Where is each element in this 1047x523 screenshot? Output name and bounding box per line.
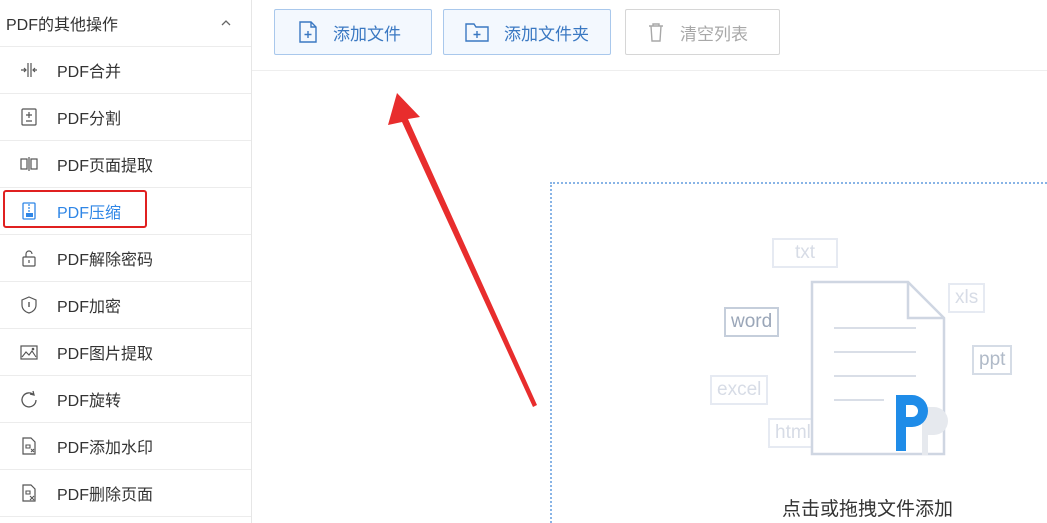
file-tag: word (724, 307, 780, 337)
sidebar-item-label: PDF旋转 (57, 393, 122, 410)
sidebar-item-rotate[interactable]: PDF旋转 (0, 376, 251, 423)
sidebar-header-label: PDF的其他操作 (6, 17, 119, 34)
file-tag: xls (948, 283, 986, 313)
file-tag: txt (772, 238, 838, 268)
sidebar-item-unlock[interactable]: PDF解除密码 (0, 235, 251, 282)
sidebar: PDF的其他操作 PDF合并 PDF分割 PDF页面提取 PDF压缩 PDF解除… (0, 0, 252, 523)
add-file-icon (297, 20, 319, 44)
sidebar-item-page-extract[interactable]: PDF页面提取 (0, 141, 251, 188)
add-folder-button[interactable]: 添加文件夹 (443, 9, 611, 55)
image-icon (18, 341, 40, 363)
sidebar-item-watermark[interactable]: PDF添加水印 (0, 423, 251, 470)
sidebar-item-compress[interactable]: PDF压缩 (0, 188, 251, 235)
file-tag: excel (710, 375, 769, 405)
sidebar-item-label: PDF添加水印 (57, 440, 154, 457)
sidebar-item-image-extract[interactable]: PDF图片提取 (0, 329, 251, 376)
add-file-label: 添加文件 (333, 24, 401, 44)
add-folder-icon (464, 21, 490, 43)
sidebar-item-label: PDF页面提取 (57, 158, 154, 175)
sidebar-item-label: PDF加密 (57, 299, 122, 316)
rotate-icon (18, 388, 40, 410)
sidebar-item-split[interactable]: PDF分割 (0, 94, 251, 141)
sidebar-item-label: PDF解除密码 (57, 252, 154, 269)
merge-icon (18, 59, 40, 81)
delete-page-icon (18, 482, 40, 504)
watermark-icon (18, 435, 40, 457)
page-extract-icon (18, 153, 40, 175)
add-file-button[interactable]: 添加文件 (274, 9, 432, 55)
compress-icon (18, 200, 40, 222)
red-arrow-annotation (388, 93, 537, 407)
chevron-up-icon (221, 20, 231, 26)
app-logo-icon (896, 395, 948, 455)
shield-icon (18, 294, 40, 316)
sidebar-item-label: PDF压缩 (57, 205, 122, 222)
sidebar-item-label: PDF删除页面 (57, 487, 154, 504)
sidebar-item-delete-page[interactable]: PDF删除页面 (0, 470, 251, 517)
unlock-icon (18, 247, 40, 269)
clear-list-label: 清空列表 (680, 24, 748, 44)
add-folder-label: 添加文件夹 (504, 24, 589, 44)
file-tag: ppt (972, 345, 1013, 375)
drop-hint-text: 点击或拖拽文件添加 (782, 499, 954, 520)
sidebar-item-merge[interactable]: PDF合并 (0, 47, 251, 94)
sidebar-item-label: PDF合并 (57, 64, 122, 81)
sidebar-item-label: PDF图片提取 (57, 346, 154, 363)
clear-list-button[interactable]: 清空列表 (625, 9, 780, 55)
sidebar-item-encrypt[interactable]: PDF加密 (0, 282, 251, 329)
split-icon (18, 106, 40, 128)
toolbar: 添加文件 添加文件夹 清空列表 (252, 0, 1047, 71)
trash-icon (646, 21, 666, 43)
sidebar-item-label: PDF分割 (57, 111, 122, 128)
sidebar-header[interactable]: PDF的其他操作 (0, 0, 251, 47)
